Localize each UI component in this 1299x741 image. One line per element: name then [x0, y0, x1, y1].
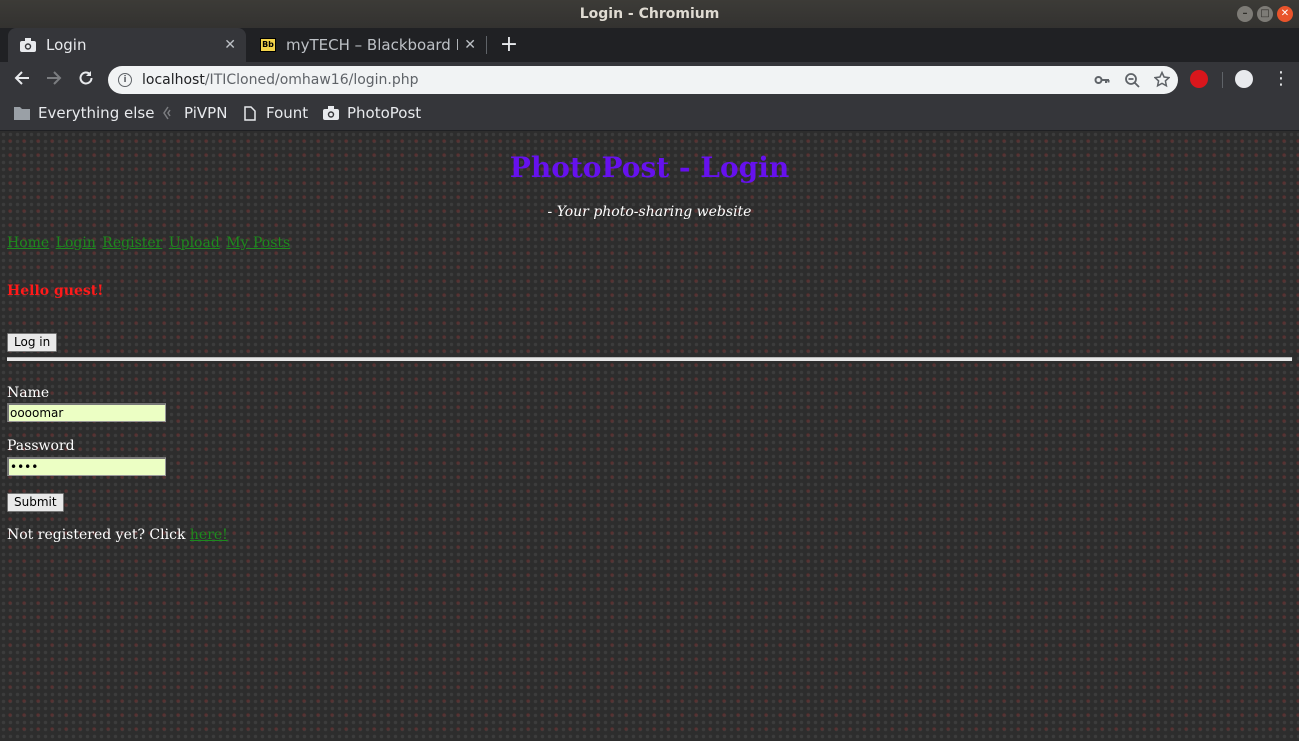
window-titlebar: Login - Chromium – □ ✕	[0, 0, 1299, 28]
bookmark-label: Fount	[266, 104, 309, 122]
page-content: PhotoPost - Login - Your photo-sharing w…	[0, 131, 1299, 741]
bookmark-label: Everything else	[38, 104, 155, 122]
window-title: Login - Chromium	[579, 6, 720, 22]
submit-button[interactable]: Submit	[7, 493, 64, 512]
tab-title: myTECH – Blackboard Lea	[286, 36, 458, 54]
bookmark-pivpn[interactable]: PiVPN	[160, 104, 227, 122]
divider	[7, 357, 1292, 361]
pivpn-icon	[160, 105, 176, 121]
page-title: PhotoPost - Login	[509, 151, 790, 184]
folder-icon	[14, 105, 30, 121]
password-field[interactable]	[7, 457, 166, 476]
site-nav: Home Login Register Upload My Posts	[7, 235, 292, 251]
register-here-link[interactable]: here!	[190, 527, 228, 543]
nav-link-register[interactable]: Register	[102, 235, 162, 251]
bookmark-label: PhotoPost	[347, 104, 422, 122]
tab-blackboard[interactable]: Bb myTECH – Blackboard Lea ✕	[248, 28, 486, 62]
menu-dots-icon[interactable]: ⋮	[1272, 70, 1290, 88]
camera-icon	[323, 105, 339, 121]
reload-icon[interactable]	[75, 69, 97, 91]
url-path: /ITICloned/omhaw16/login.php	[204, 72, 419, 88]
window-controls: – □ ✕	[1237, 6, 1293, 22]
new-tab-button[interactable]: +	[499, 32, 519, 57]
name-field[interactable]	[7, 403, 166, 422]
tab-close-icon[interactable]: ✕	[464, 37, 476, 53]
log-in-button[interactable]: Log in	[7, 333, 58, 352]
tab-title: Login	[46, 36, 87, 54]
blackboard-icon: Bb	[260, 37, 276, 53]
tagline: - Your photo-sharing website	[547, 204, 752, 220]
forward-arrow-icon[interactable]	[43, 69, 65, 91]
bookmark-everything-else[interactable]: Everything else	[14, 104, 154, 122]
toolbar-divider	[1222, 72, 1223, 88]
bookmarks-bar: Everything else PiVPN Fount PhotoPost	[0, 98, 1299, 131]
greeting-text: Hello guest!	[7, 283, 104, 299]
maximize-button[interactable]: □	[1257, 6, 1273, 22]
back-arrow-icon[interactable]	[11, 69, 33, 91]
tab-close-icon[interactable]: ✕	[224, 37, 236, 53]
bookmark-fount[interactable]: Fount	[242, 104, 308, 122]
tab-separator	[486, 36, 487, 54]
address-bar[interactable]: i localhost/ITICloned/omhaw16/login.php	[108, 66, 1178, 94]
camera-icon	[20, 37, 36, 53]
register-prompt-text: Not registered yet? Click	[7, 527, 186, 543]
url-host: localhost	[142, 72, 205, 88]
register-prompt: Not registered yet? Click here!	[7, 527, 228, 543]
page-icon	[242, 105, 258, 121]
nav-link-upload[interactable]: Upload	[169, 235, 220, 251]
tab-login[interactable]: Login ✕	[8, 28, 246, 62]
tab-strip: Login ✕ Bb myTECH – Blackboard Lea ✕ +	[0, 28, 1299, 62]
password-label: Password	[7, 438, 75, 454]
profile-avatar-icon[interactable]	[1235, 70, 1253, 88]
info-icon[interactable]: i	[118, 73, 132, 87]
extension-stop-icon[interactable]	[1190, 70, 1208, 88]
bookmark-photopost[interactable]: PhotoPost	[323, 104, 421, 122]
bookmark-label: PiVPN	[184, 104, 228, 122]
nav-link-login[interactable]: Login	[56, 235, 96, 251]
nav-link-my-posts[interactable]: My Posts	[226, 235, 290, 251]
name-label: Name	[7, 385, 50, 401]
minimize-button[interactable]: –	[1237, 6, 1253, 22]
browser-toolbar: i localhost/ITICloned/omhaw16/login.php …	[0, 62, 1299, 98]
close-window-button[interactable]: ✕	[1277, 6, 1293, 22]
nav-link-home[interactable]: Home	[7, 235, 49, 251]
